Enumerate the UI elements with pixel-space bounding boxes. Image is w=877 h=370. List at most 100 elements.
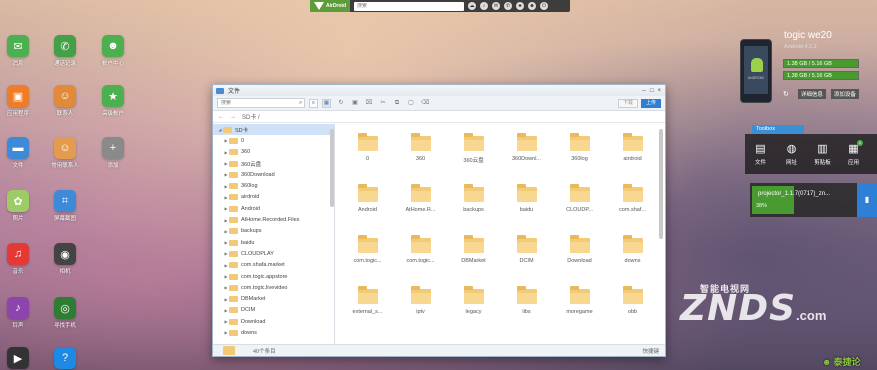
mail-icon[interactable]: ✉ [492, 2, 500, 10]
grid-view-icon[interactable]: ▦ [322, 98, 331, 108]
file-search-input[interactable] [221, 100, 299, 106]
folder-item[interactable]: DCIM [500, 234, 553, 285]
tree-item[interactable]: ▶ AtHome.Recorded.Files [213, 214, 334, 225]
dock-app[interactable]: ☻ 帐户中心 [93, 35, 133, 67]
folder-item[interactable]: 360log [553, 132, 606, 183]
folder-item[interactable]: com.shaf... [606, 183, 659, 234]
dock-app[interactable]: ♫ 音乐 [0, 243, 38, 275]
transfer-panel-toggle-icon[interactable]: ▮ [857, 183, 877, 217]
camera-icon[interactable]: ◉ [54, 243, 76, 265]
tree-item[interactable]: ▶ Android [213, 203, 334, 214]
rename-icon[interactable]: ⌧ [365, 99, 373, 107]
folder-item[interactable]: legacy [447, 285, 500, 336]
toolbox-tool[interactable]: ▤ 文件 [745, 134, 776, 174]
folder-item[interactable]: Download [553, 234, 606, 285]
folder-item[interactable]: com.togic... [394, 234, 447, 285]
premium-icon[interactable]: ★ [102, 85, 124, 107]
search-icon[interactable]: ⌕ [299, 100, 302, 107]
tree-item[interactable]: ▶ 360云盘 [213, 158, 334, 169]
toolbox-tab[interactable]: Toolbox [752, 125, 804, 134]
shortcuts-link[interactable]: 快捷键 [642, 347, 659, 355]
new-folder-icon[interactable]: ▣ [351, 99, 359, 107]
dock-app[interactable]: ♪ 铃声 [0, 297, 38, 329]
upload-button[interactable]: 上传 [641, 98, 661, 108]
folder-item[interactable]: moregame [553, 285, 606, 336]
top-search-box[interactable] [354, 1, 464, 11]
folder-item[interactable]: Android [341, 183, 394, 234]
folder-item[interactable]: CLOUDP... [553, 183, 606, 234]
maximize-icon[interactable]: □ [650, 88, 654, 94]
folder-item[interactable]: downs [606, 234, 659, 285]
tree-item[interactable]: ▶ DBMarket [213, 293, 334, 304]
contacts-icon[interactable]: ☺ [54, 85, 76, 107]
photos-icon[interactable]: ✿ [7, 190, 29, 212]
close-icon[interactable]: × [657, 88, 661, 94]
find-phone-icon[interactable]: ◎ [54, 297, 76, 319]
power-icon[interactable]: ⏻ [540, 2, 548, 10]
folder-item[interactable]: obb [606, 285, 659, 336]
top-search-input[interactable] [357, 3, 464, 9]
toolbox-tool[interactable]: ▦ 应用 1 [838, 134, 869, 174]
add-device-button[interactable]: 添加设备 [830, 89, 859, 99]
dock-app[interactable]: ▶ [0, 347, 38, 369]
dock-app[interactable]: ✆ 通话记录 [45, 35, 85, 67]
download-button[interactable]: 下载 [618, 98, 638, 108]
cut-icon[interactable]: ✂ [379, 99, 387, 107]
tree-item[interactable]: ▶ 0 [213, 135, 334, 146]
copy-icon[interactable]: ⧉ [393, 99, 401, 107]
file-search-box[interactable]: ⌕ [217, 98, 305, 108]
tree-item[interactable]: ▶ CLOUDPLAY [213, 248, 334, 259]
toolbox-tool[interactable]: ▥ 剪贴板 [807, 134, 838, 174]
dock-app[interactable]: ★ 高级帐户 [93, 85, 133, 117]
tree-scrollbar[interactable] [330, 129, 334, 207]
help-icon[interactable]: ? [54, 347, 76, 369]
folder-item[interactable]: 360云盘 [447, 132, 500, 183]
tree-item[interactable]: ▶ Download [213, 316, 334, 327]
dock-app[interactable]: ▬ 文件 [0, 137, 38, 169]
phone-icon[interactable]: ✆ [504, 2, 512, 10]
grid-scrollbar[interactable] [659, 129, 663, 239]
add-icon[interactable]: + [102, 137, 124, 159]
user-icon[interactable]: ☻ [528, 2, 536, 10]
tree-root-sd-card[interactable]: ◢ SD卡 [213, 124, 334, 136]
tree-item[interactable]: ▶ 360 [213, 147, 334, 158]
cloud-icon[interactable]: ☁ [468, 2, 476, 10]
dock-app[interactable]: ◉ 相机 [45, 243, 85, 275]
transfer-item[interactable]: projector_1.1.7(0717)_zn... 38% [750, 183, 860, 217]
folder-item[interactable]: 0 [341, 132, 394, 183]
dock-app[interactable]: ⌗ 屏幕截图 [45, 190, 85, 222]
message-icon[interactable]: ✉ [7, 35, 29, 57]
tree-item[interactable]: ▶ com.togic.livevideo [213, 282, 334, 293]
folder-item[interactable]: baidu [500, 183, 553, 234]
window-titlebar[interactable]: 文件 – □ × [213, 85, 665, 96]
folder-item[interactable]: com.togic... [341, 234, 394, 285]
folder-item[interactable]: iptv [394, 285, 447, 336]
airdroid-brand[interactable]: AirDroid [310, 0, 350, 12]
folder-item[interactable]: backups [447, 183, 500, 234]
ringtone-icon[interactable]: ♪ [7, 297, 29, 319]
tree-item[interactable]: ▶ airdroid [213, 192, 334, 203]
paste-icon[interactable]: ▢ [407, 99, 415, 107]
tree-item[interactable]: ▶ com.shafa.market [213, 260, 334, 271]
folder-item[interactable]: 360 [394, 132, 447, 183]
dock-app[interactable]: ✉ 消息 [0, 35, 38, 67]
folder-item[interactable]: DBMarket [447, 234, 500, 285]
folder-item[interactable]: AtHome.R... [394, 183, 447, 234]
dock-app[interactable]: ◎ 寻找手机 [45, 297, 85, 329]
phone-call-icon[interactable]: ✆ [54, 35, 76, 57]
delete-icon[interactable]: ⌫ [421, 99, 429, 107]
dock-app[interactable]: ☺ 常用联系人 [45, 137, 85, 169]
list-view-icon[interactable]: ≡ [309, 98, 318, 108]
dock-app[interactable]: + 添加 [93, 137, 133, 169]
music-icon[interactable]: ♫ [7, 243, 29, 265]
folder-item[interactable]: 360Downl... [500, 132, 553, 183]
folder-item[interactable]: external_s... [341, 285, 394, 336]
back-icon[interactable]: ← [218, 114, 224, 120]
tree-item[interactable]: ▶ downs [213, 327, 334, 338]
minimize-icon[interactable]: – [643, 88, 646, 94]
dock-app[interactable]: ☺ 联系人 [45, 85, 85, 117]
tree-item[interactable]: ▶ baidu [213, 237, 334, 248]
apps-icon[interactable]: ▣ [7, 85, 29, 107]
details-button[interactable]: 详细信息 [797, 89, 826, 99]
video-icon[interactable]: ▶ [7, 347, 29, 369]
